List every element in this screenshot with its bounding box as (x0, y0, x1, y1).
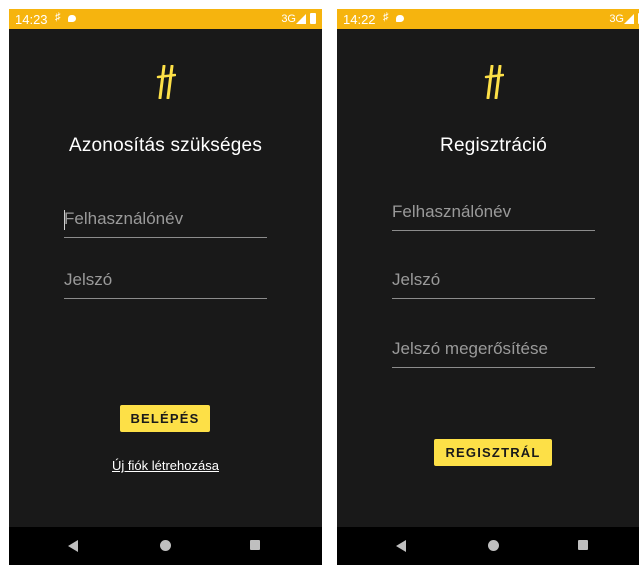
page-title: Regisztráció (440, 135, 547, 156)
app-hash-logo-icon (156, 65, 176, 99)
network-type: 3G (609, 13, 624, 25)
login-button[interactable]: BELÉPÉS (120, 405, 210, 432)
signal-icon (296, 14, 306, 24)
create-account-link[interactable]: Új fiók létrehozása (9, 458, 322, 473)
battery-icon (310, 13, 316, 24)
chat-bubble-icon (396, 15, 404, 22)
password-input[interactable] (64, 266, 267, 294)
register-button[interactable]: REGISZTRÁL (434, 439, 552, 466)
navigation-bar (337, 527, 639, 565)
navigation-bar (9, 527, 322, 565)
back-icon[interactable] (396, 540, 406, 552)
confirm-password-input[interactable] (392, 335, 595, 363)
status-time: 14:22 (343, 12, 376, 27)
register-screen: 14:22 ♯ 3G Regisztráció REGISZTRÁL (337, 9, 639, 565)
password-field[interactable] (64, 266, 267, 299)
page-title: Azonosítás szükséges (68, 135, 263, 156)
username-input[interactable] (64, 205, 267, 233)
status-time: 14:23 (15, 12, 48, 27)
signal-icon (624, 14, 634, 24)
status-bar: 14:22 ♯ 3G (337, 9, 639, 29)
notification-hash-icon: ♯ (55, 11, 61, 23)
password-input[interactable] (392, 266, 595, 294)
app-hash-logo-icon (484, 65, 504, 99)
app-logo (9, 65, 322, 99)
app-logo (337, 65, 639, 99)
network-type: 3G (281, 13, 296, 25)
password-field[interactable] (392, 266, 595, 299)
status-bar: 14:23 ♯ 3G (9, 9, 322, 29)
home-icon[interactable] (160, 540, 171, 551)
username-input[interactable] (392, 198, 595, 226)
chat-bubble-icon (68, 15, 76, 22)
username-field[interactable] (64, 205, 267, 238)
username-field[interactable] (392, 198, 595, 231)
back-icon[interactable] (68, 540, 78, 552)
recents-icon[interactable] (250, 540, 260, 550)
login-screen: 14:23 ♯ 3G Azonosítás szükséges BELÉPÉS … (9, 9, 322, 565)
notification-hash-icon: ♯ (383, 11, 389, 23)
recents-icon[interactable] (578, 540, 588, 550)
confirm-password-field[interactable] (392, 335, 595, 368)
home-icon[interactable] (488, 540, 499, 551)
